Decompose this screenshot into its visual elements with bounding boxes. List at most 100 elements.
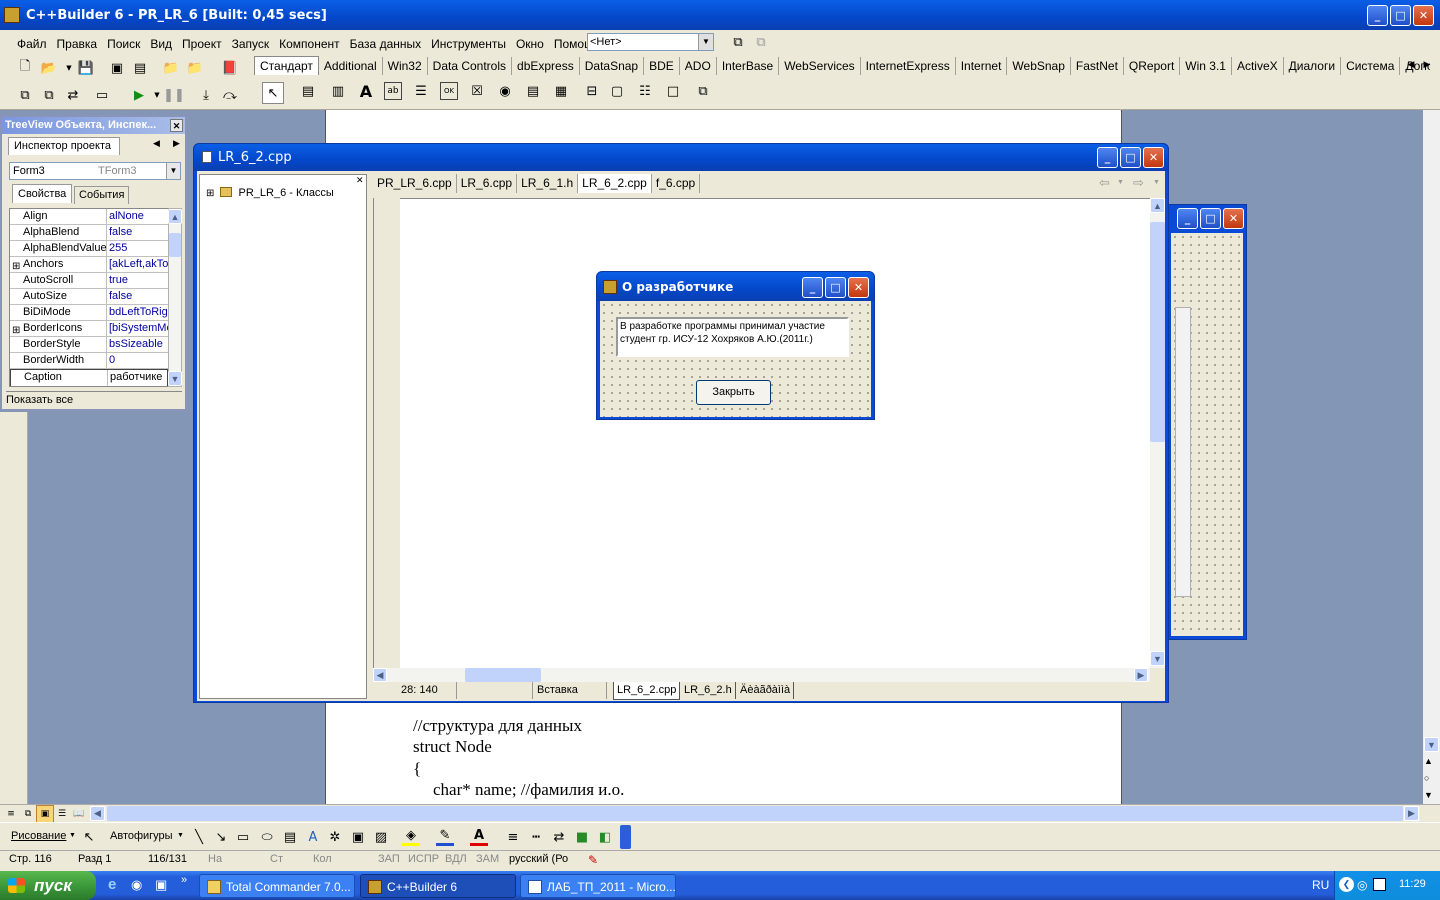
network-icon[interactable]: ◎ — [1357, 878, 1367, 892]
scroll-down-icon[interactable]: ▼ — [168, 371, 182, 386]
property-row[interactable]: AutoScroll true — [10, 273, 168, 289]
oval-icon[interactable]: ⬭ — [258, 828, 276, 846]
remove-from-project-icon[interactable]: 📁 — [186, 59, 204, 77]
run-icon[interactable]: ▶ — [130, 86, 148, 104]
code-area[interactable] — [400, 198, 1150, 668]
palette-tab[interactable]: Система — [1341, 57, 1401, 75]
palette-tab[interactable]: ActiveX — [1232, 57, 1284, 75]
minimize-button[interactable]: _ — [1177, 208, 1198, 229]
bottom-tab-active[interactable]: LR_6_2.cpp — [613, 682, 681, 700]
set-debug-desktop-icon[interactable]: ⧉ — [752, 33, 770, 51]
line-color-icon[interactable]: ✎ — [436, 828, 454, 846]
menu-database[interactable]: База данных — [345, 35, 426, 53]
scroll-right-icon[interactable]: ▶ — [1404, 806, 1419, 821]
editor-tab-active[interactable]: LR_6_2.cpp — [578, 174, 652, 193]
close-icon[interactable]: ✕ — [356, 175, 364, 186]
code-vertical-scrollbar[interactable]: ▲ ▼ — [1150, 198, 1165, 668]
antivirus-icon[interactable] — [1373, 878, 1386, 891]
object-selector[interactable]: Form3 TForm3 ▼ — [9, 162, 181, 180]
palette-tab[interactable]: Data Controls — [428, 57, 513, 75]
arrow-style-icon[interactable]: ⇄ — [550, 828, 568, 846]
editor-tab[interactable]: PR_LR_6.cpp — [373, 174, 457, 193]
save-desktop-icon[interactable]: ⧉ — [729, 33, 747, 51]
draw-menu[interactable]: Рисование — [11, 830, 66, 842]
open-icon[interactable]: 📂 — [40, 59, 58, 77]
close-button[interactable]: ✕ — [1143, 147, 1164, 168]
listbox-icon[interactable]: ▤ — [524, 82, 542, 100]
pause-icon[interactable]: ❚❚ — [163, 86, 185, 104]
property-scrollbar[interactable]: ▲ ▼ — [168, 208, 182, 387]
property-row[interactable]: Align alNone — [10, 209, 168, 225]
toolbar-options-icon[interactable] — [620, 825, 631, 849]
radiobutton-icon[interactable]: ◉ — [496, 82, 514, 100]
scroll-down-icon[interactable]: ▼ — [1424, 737, 1439, 752]
maximize-button[interactable]: □ — [825, 277, 846, 298]
panel-icon[interactable]: □ — [664, 82, 682, 100]
chevron-down-icon[interactable]: ▼ — [69, 832, 76, 839]
ie-icon[interactable]: e — [108, 876, 116, 893]
status-rec[interactable]: ЗАП — [378, 853, 400, 865]
maximize-button[interactable]: □ — [1120, 147, 1141, 168]
line-icon[interactable]: ╲ — [190, 828, 208, 846]
shadow-icon[interactable]: ■ — [573, 828, 591, 846]
expand-icon[interactable]: ⊞ — [206, 188, 214, 199]
tab-scroll-right-icon[interactable]: ▶ — [173, 138, 180, 149]
palette-tab[interactable]: Диалоги — [1284, 57, 1342, 75]
property-row[interactable]: BorderStyle bsSizeable — [10, 337, 168, 353]
close-button[interactable]: ✕ — [1413, 5, 1434, 26]
palette-tab[interactable]: Win 3.1 — [1180, 57, 1232, 75]
button-icon[interactable]: OK — [440, 82, 458, 100]
scroll-left-icon[interactable]: ◀ — [373, 668, 387, 682]
editor-tab[interactable]: LR_6_1.h — [517, 174, 579, 193]
editor-tab[interactable]: f_6.cpp — [652, 174, 701, 193]
frames-icon[interactable]: ▤ — [299, 82, 317, 100]
menu-view[interactable]: Вид — [145, 35, 177, 53]
chevron-down-icon[interactable]: ▼ — [1117, 179, 1124, 186]
dash-style-icon[interactable]: ┅ — [527, 828, 545, 846]
palette-tab[interactable]: QReport — [1124, 57, 1181, 75]
close-button[interactable]: ✕ — [848, 277, 869, 298]
fill-color-icon[interactable]: ◈ — [402, 828, 420, 846]
maximize-button[interactable]: □ — [1200, 208, 1221, 229]
new-form-icon[interactable]: ▭ — [93, 86, 111, 104]
property-row[interactable]: BiDiMode bdLeftToRig — [10, 305, 168, 321]
add-to-project-icon[interactable]: 📁 — [162, 59, 180, 77]
rectangle-icon[interactable]: ▭ — [234, 828, 252, 846]
open-project-icon[interactable]: ▤ — [131, 59, 149, 77]
code-horizontal-scrollbar[interactable]: ◀ ▶ — [373, 668, 1150, 682]
scrollbar-icon[interactable]: ⊟ — [580, 82, 604, 100]
menu-file[interactable]: Файл — [12, 35, 52, 53]
scroll-thumb[interactable] — [169, 233, 181, 257]
palette-tab[interactable]: InterBase — [717, 57, 780, 75]
bottom-tab[interactable]: LR_6_2.h — [681, 682, 736, 699]
developer-memo[interactable]: В разработке программы принимал участие … — [616, 317, 849, 357]
scroll-thumb[interactable] — [1150, 222, 1165, 442]
taskbar-item-total-commander[interactable]: Total Commander 7.0... — [199, 874, 355, 898]
palette-tab[interactable]: BDE — [644, 57, 680, 75]
scroll-up-icon[interactable]: ▲ — [1150, 198, 1165, 213]
save-all-icon[interactable]: ▣ — [108, 59, 126, 77]
menu-search[interactable]: Поиск — [102, 35, 145, 53]
picture-icon[interactable]: ▨ — [372, 828, 390, 846]
property-row[interactable]: AlphaBlend false — [10, 225, 168, 241]
wordart-icon[interactable]: A — [304, 828, 322, 846]
chevron-down-icon[interactable]: ▼ — [177, 832, 184, 839]
save-icon[interactable]: 💾 — [77, 59, 95, 77]
textbox-icon[interactable]: ▤ — [281, 828, 299, 846]
tab-project-inspector[interactable]: Инспектор проекта — [8, 137, 120, 155]
editor-tab[interactable]: LR_6.cpp — [457, 174, 518, 193]
line-style-icon[interactable]: ≡ — [504, 828, 522, 846]
font-color-icon[interactable]: A — [470, 828, 488, 846]
actionlist-icon[interactable]: ⧉ — [694, 82, 712, 100]
spelling-status-icon[interactable]: ✎ — [588, 853, 598, 867]
edit-icon[interactable]: ab — [384, 82, 402, 100]
taskbar-item-cbuilder[interactable]: C++Builder 6 — [360, 874, 516, 898]
radiogroup-icon[interactable]: ☷ — [636, 82, 654, 100]
minimize-button[interactable]: _ — [1367, 5, 1388, 26]
combobox-icon[interactable]: ▦ — [552, 82, 570, 100]
property-row[interactable]: ⊞ Anchors [akLeft,akTo — [10, 257, 168, 273]
tab-properties[interactable]: Свойства — [12, 184, 73, 203]
minimize-button[interactable]: _ — [802, 277, 823, 298]
close-button[interactable]: ✕ — [1223, 208, 1244, 229]
diagram-icon[interactable]: ✲ — [326, 828, 344, 846]
